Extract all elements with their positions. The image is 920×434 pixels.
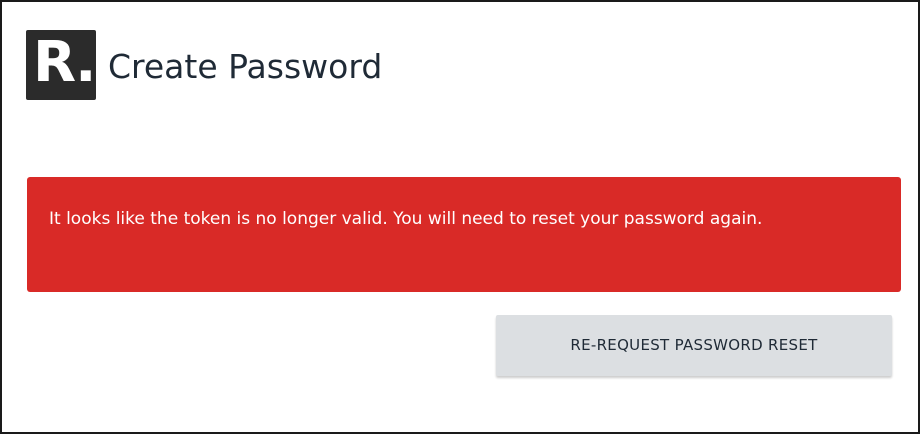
error-alert-message: It looks like the token is no longer val… — [49, 209, 763, 229]
brand-logo: R. — [26, 30, 96, 100]
error-alert: It looks like the token is no longer val… — [27, 177, 901, 292]
dialog-frame: R. Create Password It looks like the tok… — [0, 0, 920, 434]
rerequest-password-reset-button[interactable]: RE-REQUEST PASSWORD RESET — [496, 315, 892, 376]
brand-logo-text: R. — [33, 30, 96, 95]
header: R. Create Password — [26, 30, 382, 100]
page-title: Create Password — [108, 46, 383, 86]
